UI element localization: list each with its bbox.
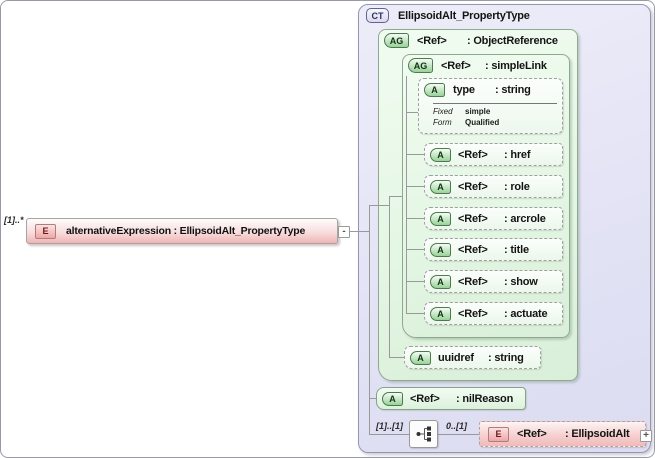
simplelink-type: : simpleLink (485, 59, 547, 72)
objectreference-type: : ObjectReference (467, 34, 558, 47)
attribute-name: : arcrole (504, 212, 546, 225)
sequence-compositor[interactable] (409, 420, 438, 448)
attribute-badge: A (430, 179, 451, 194)
cardinality-label: [1]..* (4, 215, 24, 225)
attribute-badge: A (424, 83, 445, 97)
attribute-name: : title (504, 243, 529, 256)
complextype-title: EllipsoidAlt_PropertyType (398, 9, 530, 22)
attribute-show[interactable]: A <Ref> : show (424, 270, 563, 293)
fixed-label: Fixed (433, 107, 453, 116)
attribute-type-row: A type : string (424, 83, 531, 97)
fixed-value: simple (465, 107, 491, 116)
attribute-ref: <Ref> (458, 148, 488, 161)
connector-line (406, 112, 418, 113)
attribute-name: uuidref (438, 351, 474, 364)
connector-line (406, 218, 424, 219)
expand-handle[interactable]: + (640, 430, 652, 442)
attribute-badge: A (430, 274, 451, 289)
element-ref: <Ref> (517, 428, 547, 440)
connector-line (389, 196, 390, 357)
cardinality-label: [1]..[1] (376, 421, 403, 431)
attribute-badge: A (430, 147, 451, 162)
form-value: Qualified (465, 118, 500, 127)
simplelink-ref: <Ref> (441, 59, 471, 72)
connector-line (369, 398, 376, 399)
attributegroup-badge: AG (408, 58, 433, 73)
element-badge: E (488, 426, 509, 442)
element-label: alternativeExpression : EllipsoidAlt_Pro… (66, 225, 306, 237)
attribute-badge: A (382, 391, 403, 406)
connector-line (406, 186, 424, 187)
form-label: Form (433, 118, 452, 127)
connector-line (369, 205, 370, 434)
simplelink-header: AG <Ref> : simpleLink (408, 58, 547, 73)
attribute-datatype: : string (488, 351, 524, 364)
facet-separator (433, 103, 557, 104)
cardinality-label: 0..[1] (446, 421, 468, 431)
attribute-badge: A (430, 306, 451, 321)
connector-line (406, 313, 424, 314)
attribute-type-name: type (453, 84, 475, 96)
complextype-header: CT EllipsoidAlt_PropertyType (366, 8, 530, 23)
schema-diagram-canvas: CT EllipsoidAlt_PropertyType AG <Ref> : … (0, 0, 655, 458)
connector-line (389, 357, 404, 358)
attribute-actuate[interactable]: A <Ref> : actuate (424, 302, 563, 325)
attributegroup-badge: AG (384, 33, 409, 48)
complextype-badge: CT (366, 8, 389, 23)
element-EllipsoidAlt[interactable]: E <Ref> : EllipsoidAlt (479, 421, 646, 447)
attribute-ref: <Ref> (458, 307, 488, 320)
connector-line (389, 196, 402, 197)
attribute-role[interactable]: A <Ref> : role (424, 175, 563, 198)
attribute-type[interactable]: A type : string Fixed simple Form Qualifie… (418, 78, 563, 134)
attribute-href[interactable]: A <Ref> : href (424, 143, 563, 166)
connector-line (369, 434, 409, 435)
attribute-title[interactable]: A <Ref> : title (424, 238, 563, 261)
connector-line (406, 154, 424, 155)
sequence-icon (416, 426, 431, 442)
attribute-arcrole[interactable]: A <Ref> : arcrole (424, 207, 563, 230)
facet-fixed-form: Fixed simple Form Qualified (433, 106, 499, 128)
attribute-ref: <Ref> (458, 243, 488, 256)
attribute-uuidref[interactable]: A uuidref : string (404, 346, 541, 369)
objectreference-header: AG <Ref> : ObjectReference (384, 33, 558, 48)
attribute-badge: A (410, 350, 431, 365)
connector-line (350, 231, 369, 232)
attribute-ref: <Ref> (458, 275, 488, 288)
objectreference-ref: <Ref> (417, 34, 447, 47)
attribute-badge: A (430, 242, 451, 257)
connector-line (438, 434, 479, 435)
connector-line (369, 205, 389, 206)
attribute-name: : role (504, 180, 530, 193)
attribute-name: : show (504, 275, 538, 288)
element-type: : EllipsoidAlt (565, 428, 630, 440)
attribute-nilReason[interactable]: A <Ref> : nilReason (376, 387, 526, 410)
attribute-name: : actuate (504, 307, 548, 320)
attribute-badge: A (430, 211, 451, 226)
attribute-ref: <Ref> (458, 212, 488, 225)
attribute-name: : href (504, 148, 531, 161)
connector-line (406, 249, 424, 250)
attribute-type-datatype: : string (495, 84, 531, 96)
attribute-ref: <Ref> (410, 392, 440, 405)
attribute-ref: <Ref> (458, 180, 488, 193)
element-badge: E (35, 223, 56, 239)
collapse-handle[interactable]: - (338, 226, 350, 238)
connector-line (406, 281, 424, 282)
attribute-name: : nilReason (456, 392, 514, 405)
element-alternativeExpression[interactable]: E alternativeExpression : EllipsoidAlt_P… (26, 218, 338, 244)
